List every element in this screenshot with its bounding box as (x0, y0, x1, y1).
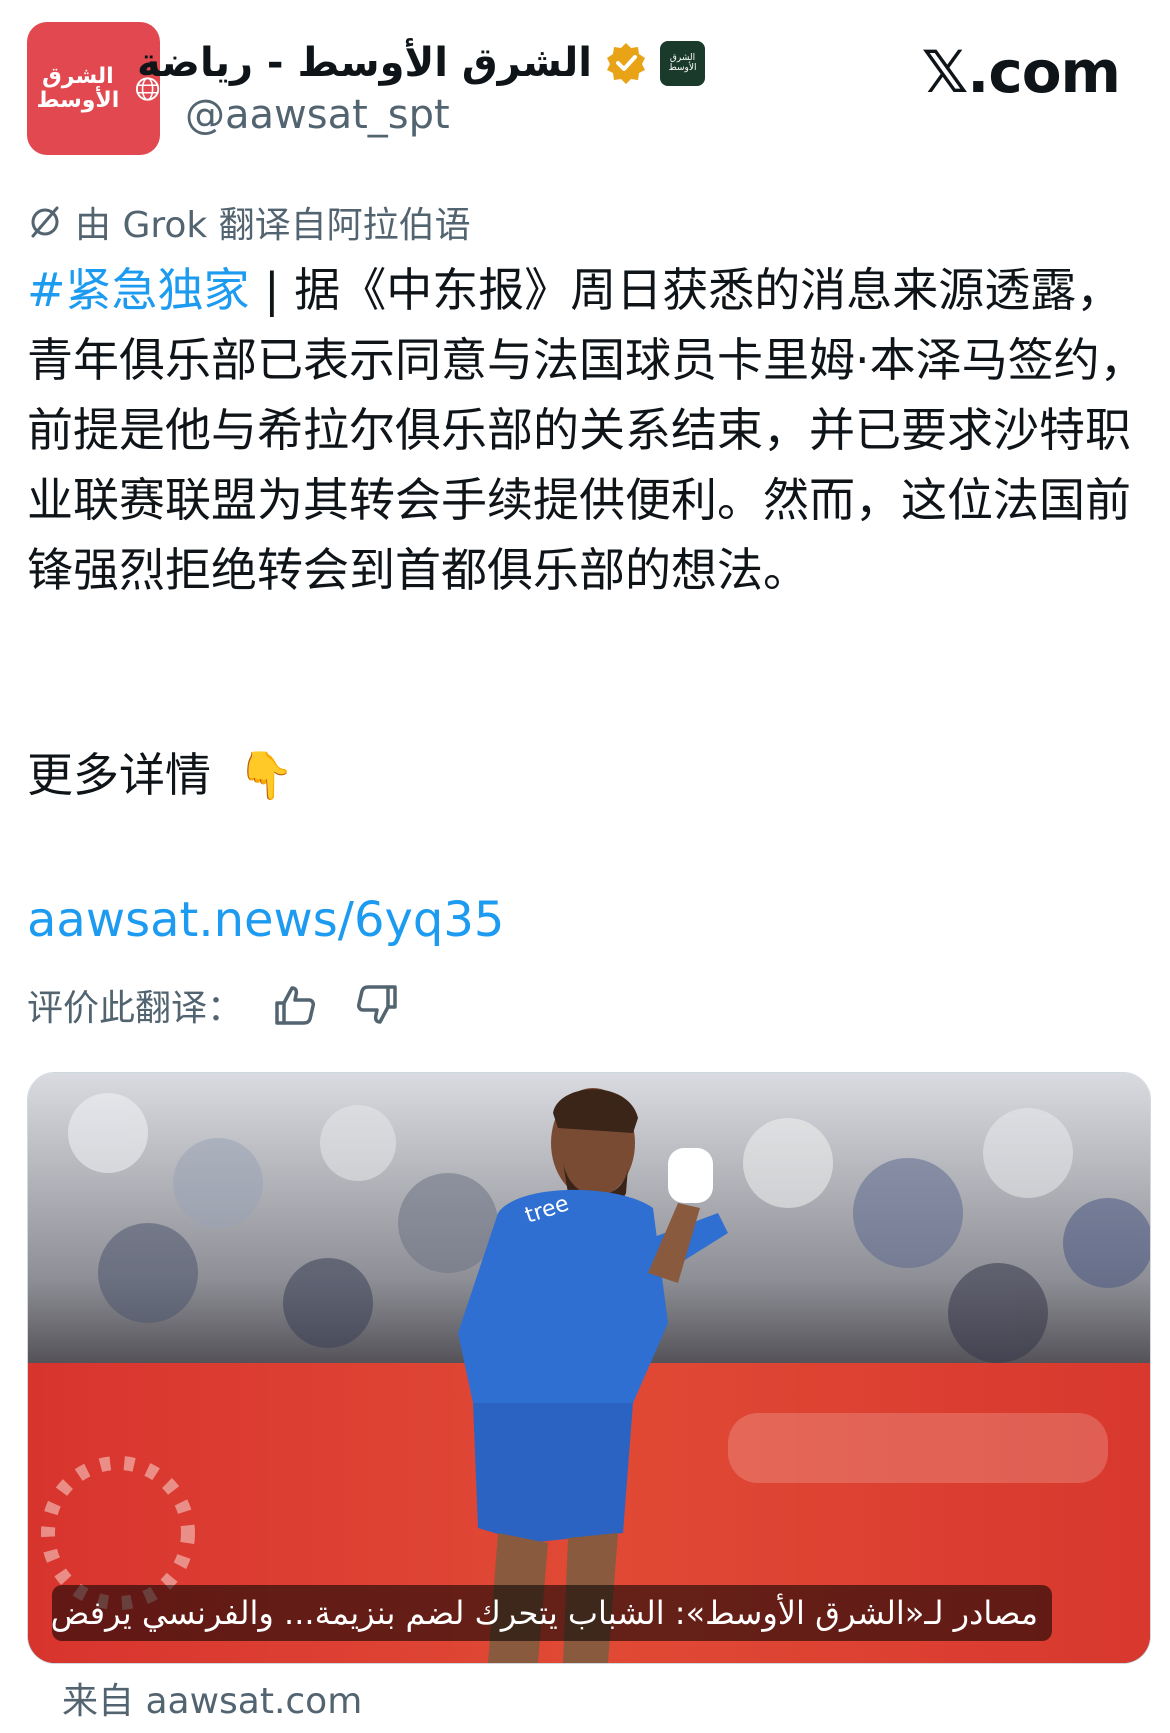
more-details-label: 更多详情 (27, 748, 211, 802)
football-player-photo: tree (28, 1073, 1150, 1663)
x-logo: 𝕏.com (921, 38, 1121, 106)
affiliate-logo-text: الشرق الأوسط (668, 53, 697, 73)
thumbs-up-icon (275, 986, 316, 1025)
thumbs-up-button[interactable] (265, 975, 325, 1035)
translation-label: 由 Grok 翻译自阿拉伯语 (75, 205, 471, 246)
translation-notice: 由 Grok 翻译自阿拉伯语 (27, 196, 471, 248)
display-name-row: الشرق الأوسط - رياضة الشرق الأوسط (137, 36, 705, 90)
display-name[interactable]: الشرق الأوسط - رياضة (137, 40, 592, 86)
thumbs-down-icon (357, 985, 397, 1024)
avatar-logo-text: الشرق الأوسط (36, 63, 120, 113)
tweet-screen: الشرق الأوسط الشرق الأوسط - رياضة الشرق … (0, 0, 1170, 1733)
rate-translation: 评价此翻译： (27, 975, 407, 1035)
card-source[interactable]: 来自 aawsat.com (62, 1672, 362, 1724)
tweet-text: #紧急独家 | 据《中东报》周日获悉的消息来源透露，青年俱乐部已表示同意与法国球… (27, 255, 1147, 605)
hashtag-link[interactable]: #紧急独家 (27, 263, 250, 317)
article-link[interactable]: aawsat.news/6yq35 (27, 885, 504, 955)
verified-badge-icon (607, 43, 645, 84)
user-handle[interactable]: @aawsat_spt (185, 92, 450, 138)
translate-icon (31, 206, 59, 238)
card-headline: مصادر لـ«الشرق الأوسط»: الشباب يتحرك لضم… (52, 1585, 1052, 1641)
affiliate-logo[interactable]: الشرق الأوسط (660, 40, 705, 86)
more-details: 更多详情 👇 (27, 740, 294, 810)
rate-translation-label: 评价此翻译： (27, 988, 244, 1029)
link-preview-card[interactable]: tree مصادر لـ«الشرق الأوسط»: الشباب يتحر… (27, 1072, 1151, 1664)
pointing-down-emoji: 👇 (237, 748, 295, 802)
thumbs-down-button[interactable] (347, 975, 407, 1035)
